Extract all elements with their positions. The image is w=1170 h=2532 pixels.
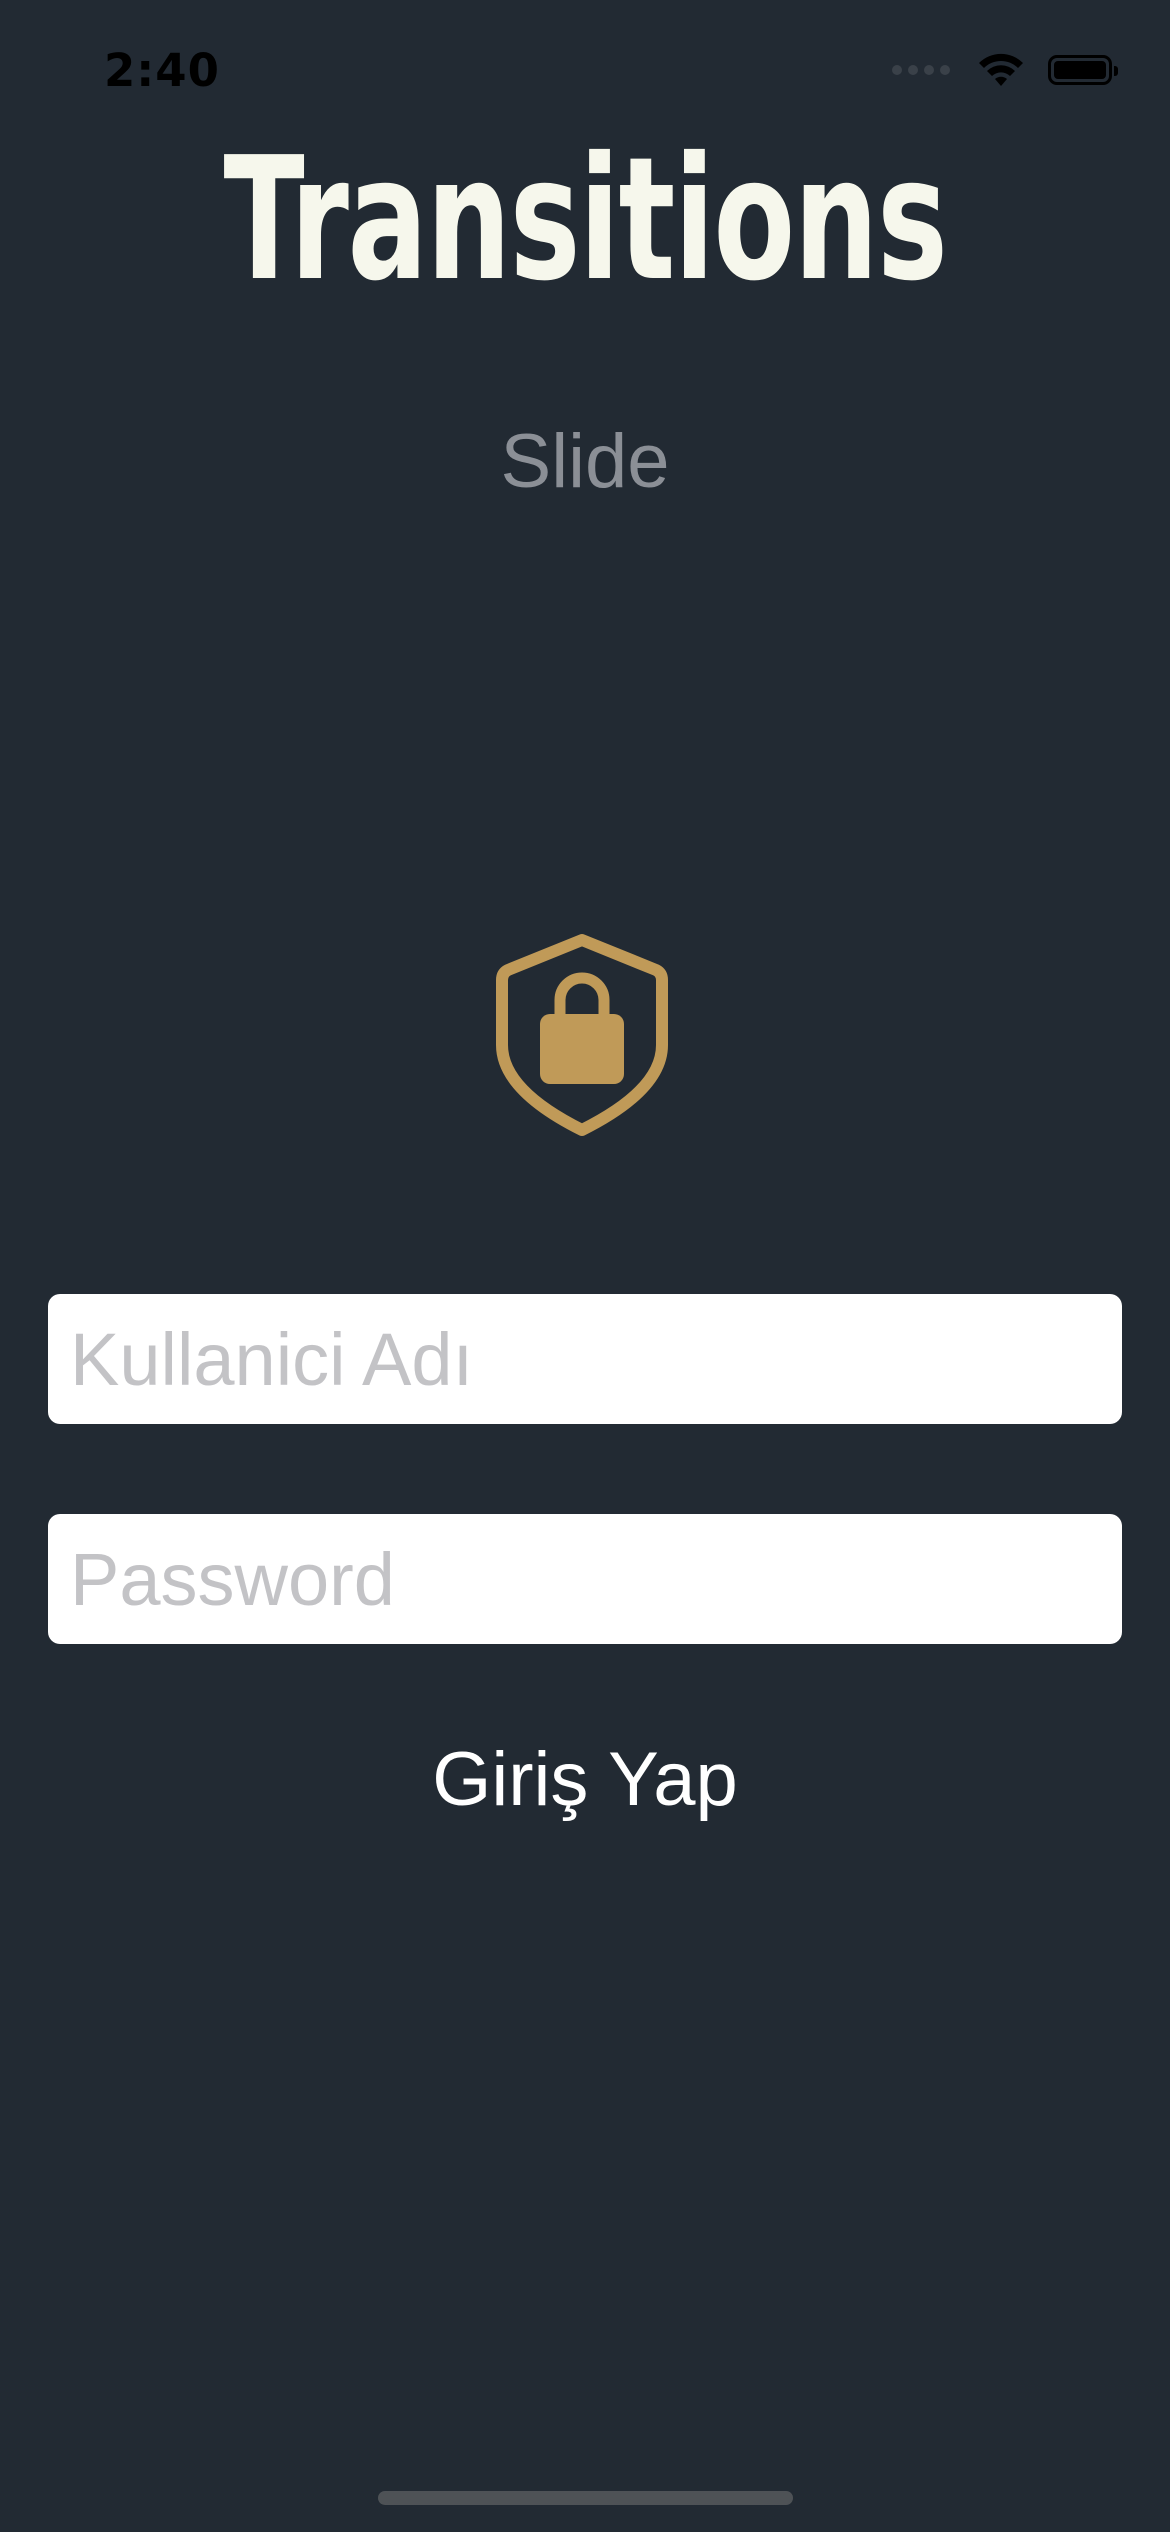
status-time: 2:40 bbox=[104, 44, 220, 97]
login-screen: 2:40 Transitions Slide Giriş Yap bbox=[0, 0, 1170, 2532]
battery-icon bbox=[1048, 55, 1118, 85]
password-field[interactable] bbox=[48, 1514, 1122, 1644]
wifi-icon bbox=[979, 53, 1023, 86]
status-icons bbox=[892, 52, 1118, 88]
shield-lock-icon bbox=[496, 934, 668, 1136]
page-subtitle: Slide bbox=[500, 419, 670, 504]
page-title: Transitions bbox=[223, 121, 947, 319]
login-button[interactable]: Giriş Yap bbox=[0, 1730, 1170, 1830]
cellular-signal-icon bbox=[892, 65, 950, 75]
home-indicator[interactable] bbox=[378, 2491, 793, 2505]
username-field[interactable] bbox=[48, 1294, 1122, 1424]
